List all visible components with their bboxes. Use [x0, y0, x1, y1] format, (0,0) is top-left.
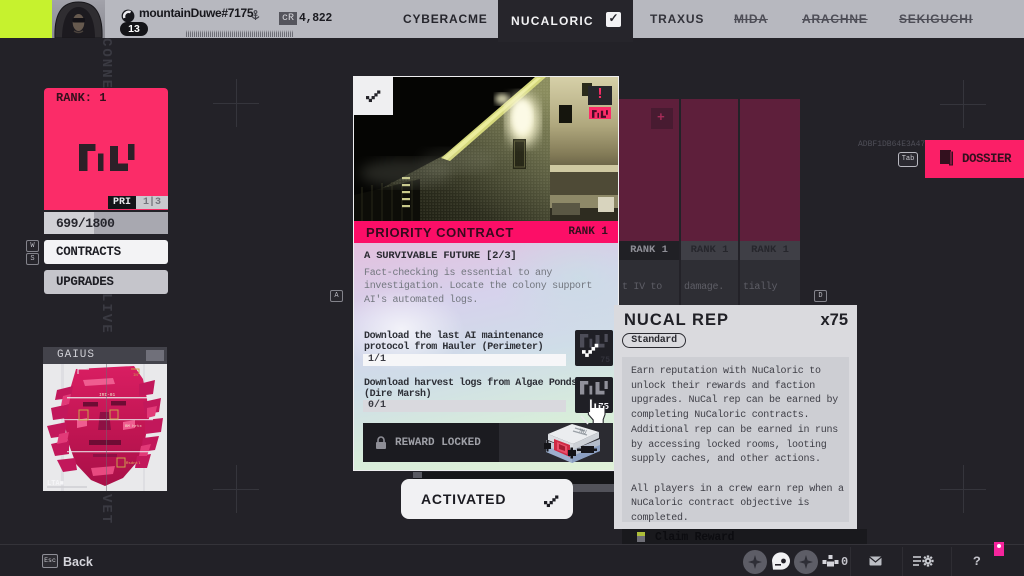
svg-text:Rsdntl: Rsdntl — [126, 461, 141, 466]
svg-text:IN: IN — [133, 374, 138, 378]
svg-text:IRI-01: IRI-01 — [99, 392, 116, 398]
svg-text:BM hrtx: BM hrtx — [125, 424, 142, 429]
